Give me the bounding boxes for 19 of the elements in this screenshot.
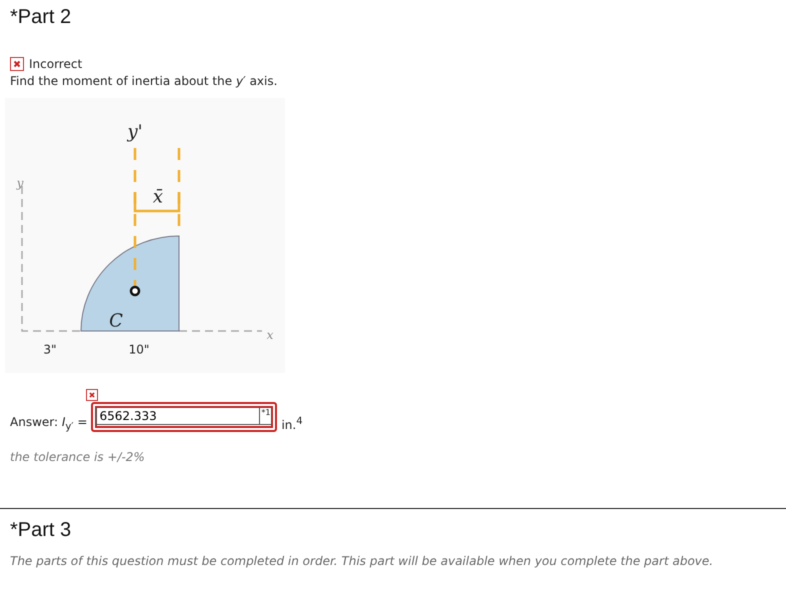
dimension-label: 3" — [43, 342, 57, 356]
part-heading: *Part 3 — [10, 519, 72, 542]
centroid-label: C — [109, 310, 123, 332]
status-label: Incorrect — [29, 57, 82, 71]
y-axis-label: y — [16, 176, 24, 190]
question-text: Find the moment of inertia about the y′ axis. — [10, 74, 278, 88]
x-axis-label: x — [266, 328, 274, 342]
tolerance-note: the tolerance is +/-2% — [10, 450, 145, 464]
answer-label: Answer: I$_{y′}$ = — [10, 414, 88, 432]
answer-field[interactable]: 6562.333 *1 — [91, 402, 278, 432]
error-icon — [10, 57, 24, 71]
unit-label: in.$^{4}$ — [281, 416, 303, 432]
y-prime-label: y' — [127, 122, 143, 143]
part-heading: *Part 2 — [10, 6, 72, 29]
availability-note: The parts of this question must be completed in order. This part will be available when you complete the part above. — [10, 554, 714, 568]
footnote-marker: *1 — [260, 407, 272, 425]
error-icon — [86, 389, 98, 401]
dimension-label: 10" — [128, 342, 150, 356]
x-bar-label: x̄ — [152, 186, 164, 208]
